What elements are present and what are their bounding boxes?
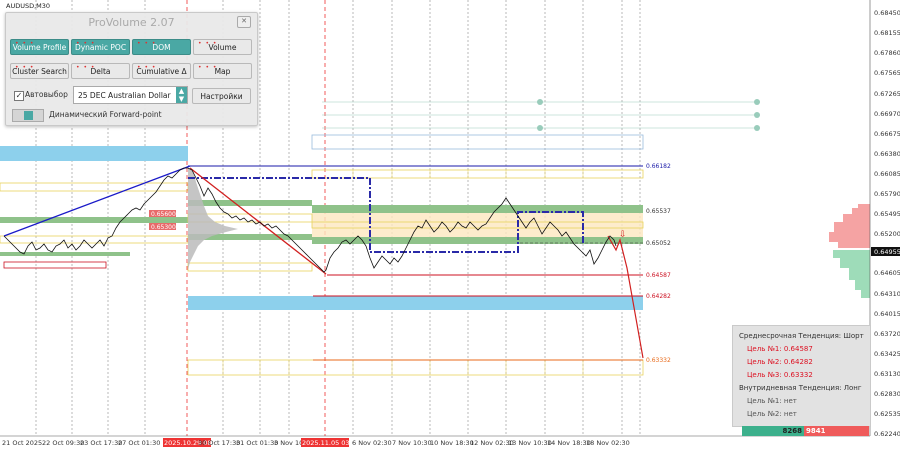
- svg-text:0.68155: 0.68155: [874, 29, 900, 37]
- svg-text:0.64605: 0.64605: [874, 269, 900, 277]
- svg-text:18 Nov 02:30: 18 Nov 02:30: [586, 439, 630, 447]
- svg-text:31 Oct 01:30: 31 Oct 01:30: [236, 439, 278, 447]
- svg-text:10 Nov 18:30: 10 Nov 18:30: [430, 439, 474, 447]
- orange-zone: [312, 213, 643, 237]
- green-zone-lower: [312, 237, 643, 244]
- svg-text:13 Nov 10:30: 13 Nov 10:30: [508, 439, 552, 447]
- mid-target-3: Цель №3: 0.63332: [747, 371, 813, 379]
- svg-text:21 Oct 2025: 21 Oct 2025: [2, 439, 42, 447]
- instrument-select[interactable]: 25 DEC Australian Dollar ▲ ▼: [73, 86, 188, 104]
- time-axis-labels: 21 Oct 2025 22 Oct 09:30 23 Oct 17:30 27…: [2, 438, 630, 447]
- level-label-7: 0.65600: [151, 211, 176, 218]
- svg-text:0.62535: 0.62535: [874, 410, 900, 418]
- svg-text:0.65200: 0.65200: [874, 230, 900, 238]
- svg-text:0.62830: 0.62830: [874, 390, 900, 398]
- mid-target-1: Цель №1: 0.64587: [747, 345, 813, 353]
- volume-profile-button[interactable]: • • • Volume Profile: [10, 39, 69, 55]
- forward-point-label: Динамический Forward-point: [49, 110, 162, 119]
- green-zone-left2: [0, 252, 130, 256]
- svg-text:23 Oct 17:30: 23 Oct 17:30: [80, 439, 122, 447]
- intra-target-2: Цель №2: нет: [747, 410, 797, 418]
- volume-button[interactable]: • • • Volume: [193, 39, 252, 55]
- svg-text:7 Nov 10:30: 7 Nov 10:30: [392, 439, 432, 447]
- svg-text:30 Oct 17:30: 30 Oct 17:30: [198, 439, 240, 447]
- blue-zone-bottom: [188, 296, 643, 310]
- mid-trend-title: Среднесрочная Тенденция: Шорт: [739, 332, 864, 340]
- volume-balance-bar: 8268 9841: [742, 426, 869, 436]
- provolume-panel[interactable]: ProVolume 2.07 ✕ • • • Volume Profile • •…: [5, 12, 258, 126]
- map-button[interactable]: • • • Map: [193, 63, 252, 79]
- down-arrow-icon: ⇩: [619, 230, 627, 240]
- level-label-1: 0.66182: [646, 163, 671, 170]
- svg-text:0.63425: 0.63425: [874, 350, 900, 358]
- chevron-updown-icon[interactable]: ▲ ▼: [176, 87, 187, 103]
- svg-text:0.62240: 0.62240: [874, 430, 900, 438]
- green-zone-mid: [188, 200, 312, 206]
- cluster-search-button[interactable]: • • • Cluster Search: [10, 63, 69, 79]
- buy-volume: 8268: [742, 426, 804, 436]
- svg-text:0.66675: 0.66675: [874, 130, 900, 138]
- svg-text:0.66380: 0.66380: [874, 150, 900, 158]
- autoselect-label: Автовыбор: [25, 90, 68, 99]
- svg-text:0.67265: 0.67265: [874, 90, 900, 98]
- green-zone-upper: [312, 205, 643, 213]
- svg-text:6 Nov 02:30: 6 Nov 02:30: [352, 439, 392, 447]
- svg-text:0.64955: 0.64955: [874, 248, 900, 256]
- close-icon[interactable]: ✕: [237, 16, 251, 28]
- svg-text:0.63130: 0.63130: [874, 370, 900, 378]
- level-label-3: 0.65052: [646, 240, 671, 247]
- symbol-label: AUDUSD,M30: [6, 2, 51, 10]
- svg-text:0.67565: 0.67565: [874, 69, 900, 77]
- level-label-5: 0.64282: [646, 293, 671, 300]
- svg-text:3 Nov 10:: 3 Nov 10:: [274, 439, 305, 447]
- mid-target-2: Цель №2: 0.64282: [747, 358, 813, 366]
- svg-text:0.66970: 0.66970: [874, 110, 900, 118]
- level-label-6: 0.63332: [646, 357, 671, 364]
- svg-text:27 Oct 01:30: 27 Oct 01:30: [118, 439, 160, 447]
- intra-trend-title: Внутридневная Тенденция: Лонг: [739, 384, 862, 392]
- settings-button[interactable]: Настройки: [192, 88, 251, 104]
- svg-text:0.68450: 0.68450: [874, 9, 900, 17]
- svg-text:0.64015: 0.64015: [874, 310, 900, 318]
- autoselect-checkbox[interactable]: ✓: [14, 91, 24, 101]
- level-label-2: 0.65537: [646, 208, 671, 215]
- svg-text:0.67860: 0.67860: [874, 49, 900, 57]
- cumulative-delta-button[interactable]: • • • Cumulative Δ: [132, 63, 191, 79]
- svg-text:22 Oct 09:30: 22 Oct 09:30: [42, 439, 84, 447]
- svg-text:0.66085: 0.66085: [874, 170, 900, 178]
- dom-button[interactable]: • • • DOM: [132, 39, 191, 55]
- svg-text:14 Nov 18:30: 14 Nov 18:30: [547, 439, 591, 447]
- intra-target-1: Цель №1: нет: [747, 397, 797, 405]
- svg-text:0.65790: 0.65790: [874, 190, 900, 198]
- blue-zone-top: [0, 146, 188, 161]
- delta-button[interactable]: • • • Delta: [71, 63, 130, 79]
- sell-volume: 9841: [804, 426, 869, 436]
- svg-text:0.64310: 0.64310: [874, 290, 900, 298]
- level-label-4: 0.64587: [646, 272, 671, 279]
- trend-info-box: Среднесрочная Тенденция: Шорт Цель №1: 0…: [732, 325, 871, 427]
- svg-text:0.65495: 0.65495: [874, 210, 900, 218]
- forward-point-toggle[interactable]: [12, 109, 44, 122]
- svg-text:0.63720: 0.63720: [874, 330, 900, 338]
- panel-title: ProVolume 2.07: [88, 16, 175, 29]
- dynamic-poc-button[interactable]: • • • Dynamic POC: [71, 39, 130, 55]
- level-label-8: 0.65300: [151, 224, 176, 231]
